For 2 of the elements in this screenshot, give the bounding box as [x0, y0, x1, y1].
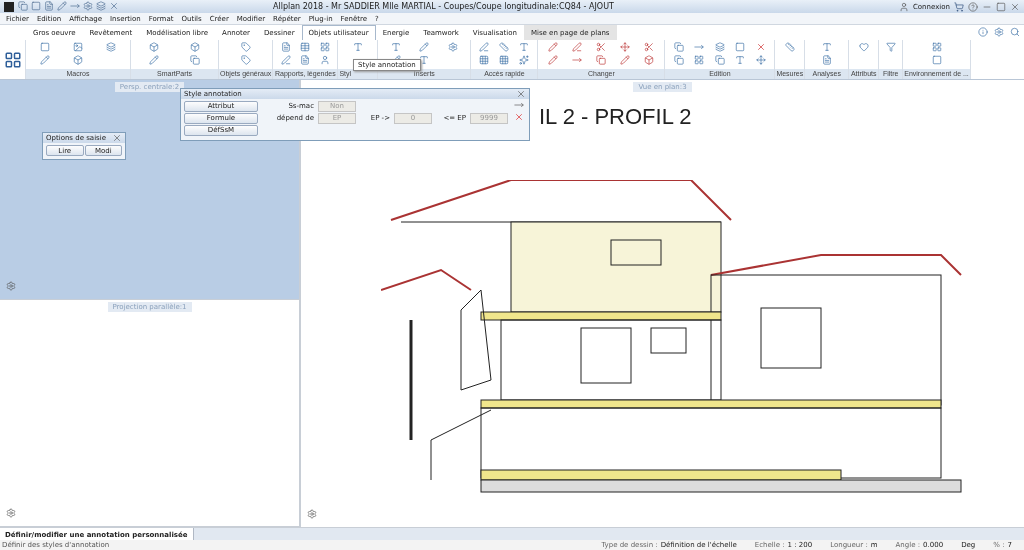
drawing-title: IL 2 - PROFIL 2: [539, 104, 692, 130]
window-title: Allplan 2018 - Mr SADDIER Mlle MARTIAL - Coupes/Coupe longitudinale:CQ84 - AJOUT: [273, 2, 615, 11]
